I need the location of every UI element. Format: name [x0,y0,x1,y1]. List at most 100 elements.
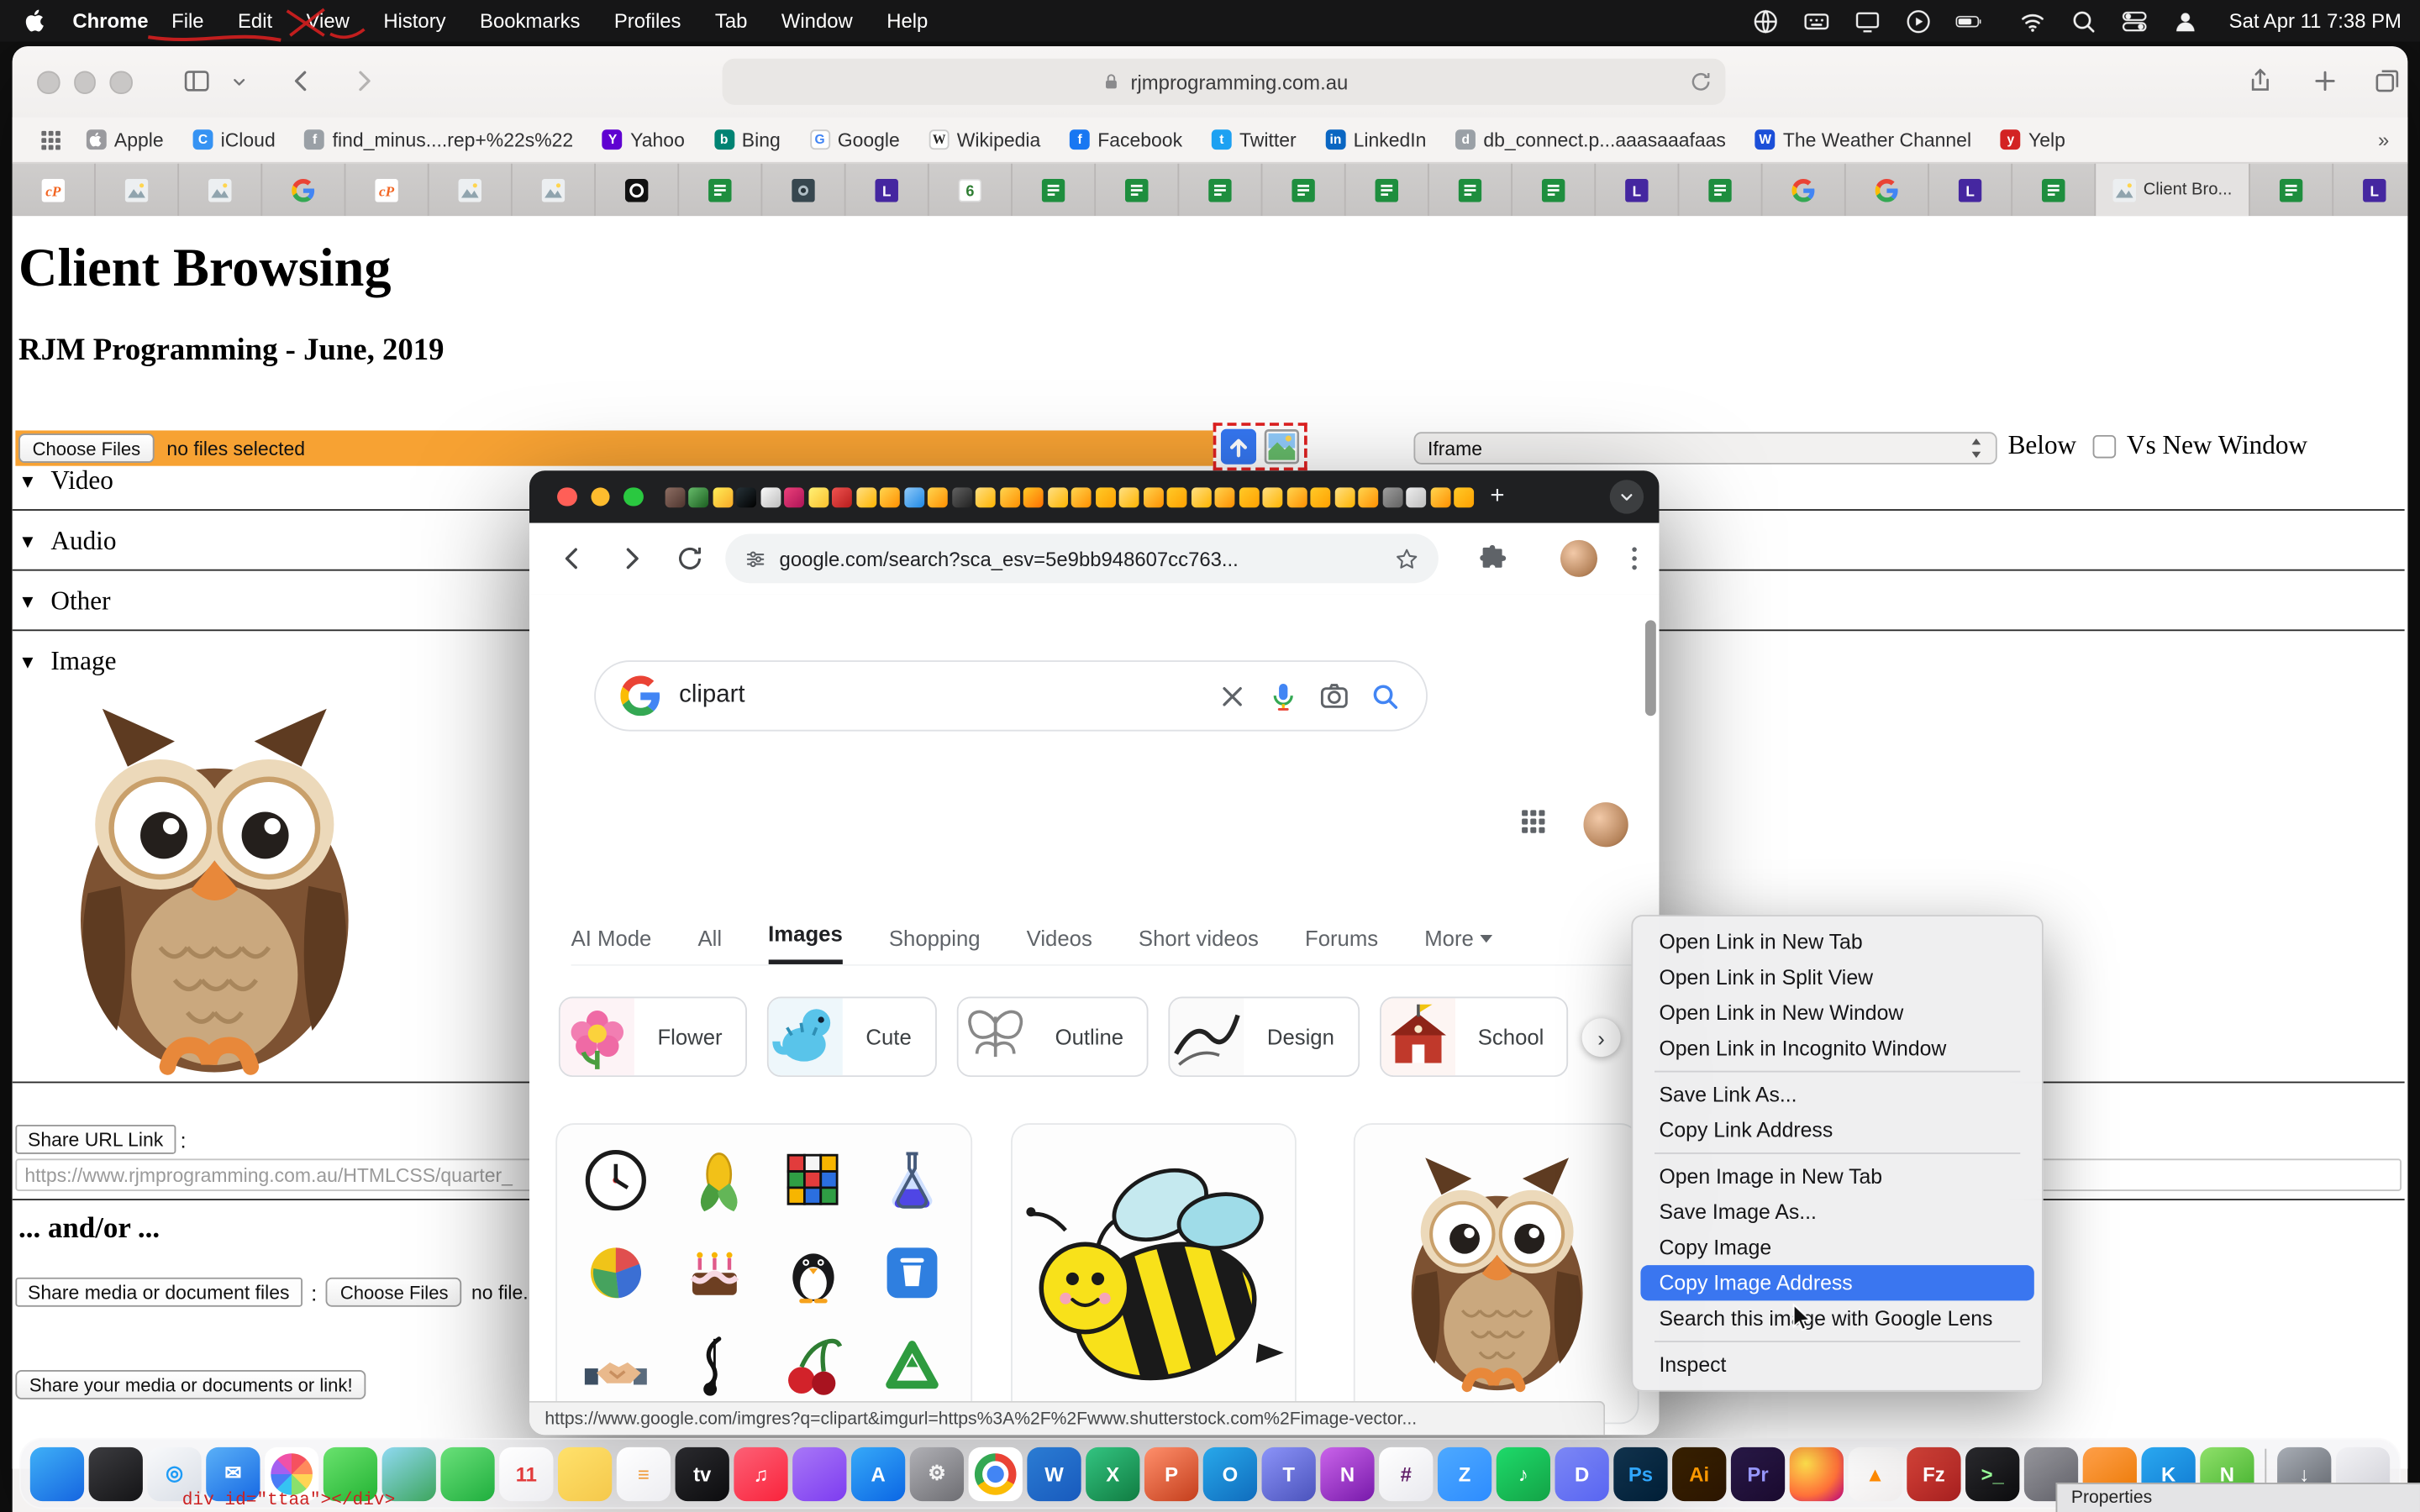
tab-overview-icon[interactable] [2372,66,2402,96]
dock-photoshop[interactable]: Ps [1613,1446,1667,1500]
filter-chip-design[interactable]: Design [1168,997,1359,1078]
filter-chip-cute[interactable]: Cute [767,997,936,1078]
chips-next-arrow[interactable]: › [1582,1018,1621,1057]
context-menu-item-open-link-in-new-tab[interactable]: Open Link in New Tab [1640,924,2033,959]
upload-icon[interactable] [1221,429,1256,465]
browser-tab[interactable]: L [1929,164,2012,216]
dock-launchpad[interactable] [89,1446,143,1500]
result-tile-bee[interactable] [1011,1123,1297,1424]
browser-tab[interactable] [262,164,345,216]
bookmark-find-minus-rep-22s-22[interactable]: ffind_minus....rep+%22s%22 [305,129,574,150]
dock-outlook[interactable]: O [1203,1446,1257,1500]
context-menu-item-open-image-in-new-tab[interactable]: Open Image in New Tab [1640,1158,2033,1194]
close-window-button[interactable] [37,71,60,93]
tab-favicon[interactable] [784,486,804,507]
google-tab-ai-mode[interactable]: AI Mode [571,926,652,964]
browser-tab[interactable] [1262,164,1345,216]
bookmark-google[interactable]: GGoogle [810,129,900,150]
tab-favicon[interactable] [1119,486,1139,507]
tab-favicon[interactable] [1143,486,1163,507]
tab-favicon[interactable] [736,486,756,507]
browser-tab[interactable] [1346,164,1429,216]
tab-favicon[interactable] [808,486,829,507]
context-menu-item-copy-image-address[interactable]: Copy Image Address [1640,1265,2033,1300]
dock-chrome[interactable] [969,1446,1023,1500]
browser-tab[interactable]: L [846,164,929,216]
search-query[interactable]: clipart [679,682,1197,710]
sidebar-toggle-icon[interactable] [182,66,212,96]
bookmark-twitter[interactable]: tTwitter [1212,129,1297,150]
choose-files-button-2[interactable]: Choose Files [326,1278,462,1307]
dock-firefox[interactable] [1790,1446,1844,1500]
browser-tab[interactable] [2250,164,2333,216]
bookmark-wikipedia[interactable]: WWikipedia [929,129,1041,150]
browser-tab[interactable]: cP [13,164,96,216]
tab-favicon[interactable] [1239,486,1259,507]
bookmark-apple[interactable]: Apple [87,129,164,150]
display-icon[interactable] [1854,7,1881,34]
dock-notes[interactable] [558,1446,612,1500]
tab-favicon[interactable] [976,486,996,507]
result-tile-collage[interactable] [555,1123,972,1424]
result-tile-owl[interactable] [1354,1123,1639,1424]
browser-tab[interactable] [1179,164,1262,216]
dock-tv[interactable]: tv [676,1446,729,1500]
menubar-clock[interactable]: Sat Apr 11 7:38 PM [2229,9,2402,33]
menubar-menu-window[interactable]: Window [765,9,870,33]
keyboard-icon[interactable] [1803,7,1831,34]
dock-filezilla[interactable]: Fz [1907,1446,1960,1500]
tab-favicon[interactable] [832,486,852,507]
browser-tab[interactable] [1096,164,1179,216]
browser-tab[interactable] [679,164,762,216]
search-icon[interactable] [2070,7,2097,34]
dock-illustrator[interactable]: Ai [1672,1446,1726,1500]
dock-premiere[interactable]: Pr [1731,1446,1785,1500]
menubar-menu-file[interactable]: File [155,9,221,33]
filter-chip-flower[interactable]: Flower [559,997,747,1078]
menubar-menu-history[interactable]: History [366,9,463,33]
battery-icon[interactable] [1956,7,1996,34]
bookmark-star-icon[interactable] [1394,545,1420,571]
browser-tab[interactable] [96,164,179,216]
tab-favicon[interactable] [903,486,923,507]
dock-discord[interactable]: D [1555,1446,1609,1500]
iframe-select[interactable]: Iframe [1413,432,1996,465]
zoom-window-button[interactable] [623,487,643,507]
voice-search-icon[interactable] [1267,680,1300,712]
browser-tab[interactable]: L [2333,164,2407,216]
google-tab-videos[interactable]: Videos [1027,926,1092,964]
control-center-icon[interactable] [2121,7,2149,34]
minimize-window-button[interactable] [73,71,96,93]
dock-appstore[interactable]: A [851,1446,905,1500]
context-menu-item-open-link-in-incognito-window[interactable]: Open Link in Incognito Window [1640,1031,2033,1066]
menubar-menu-tab[interactable]: Tab [698,9,765,33]
zoom-window-button[interactable] [109,71,132,93]
context-menu-item-save-image-as-[interactable]: Save Image As... [1640,1194,2033,1230]
tab-favicon[interactable] [1406,486,1426,507]
chevron-down-icon[interactable] [229,71,250,92]
google-tab-more[interactable]: More [1424,926,1492,964]
tab-favicon[interactable] [1095,486,1115,507]
google-profile-avatar[interactable] [1583,802,1628,847]
google-lens-icon[interactable] [1318,680,1351,712]
extensions-puzzle-icon[interactable] [1477,543,1508,575]
browser-tab[interactable] [179,164,262,216]
tab-favicon[interactable] [1286,486,1307,507]
context-menu-item-search-this-image-with-google-lens[interactable]: Search this image with Google Lens [1640,1300,2033,1336]
forward-button[interactable] [616,543,647,575]
browser-tab[interactable] [2012,164,2096,216]
back-button[interactable] [557,543,588,575]
bookmark-icloud[interactable]: CiCloud [193,129,276,150]
bookmarks-overflow-chevron[interactable]: » [2378,128,2389,151]
menubar-menu-view[interactable]: View [289,9,366,33]
dock-vlc[interactable]: ▲ [1848,1446,1902,1500]
tab-favicon[interactable] [1334,486,1355,507]
bookmarks-grid-icon[interactable] [40,129,62,150]
profile-avatar[interactable] [1560,540,1597,577]
dock-powerpoint[interactable]: P [1144,1446,1198,1500]
context-menu-item-copy-image[interactable]: Copy Image [1640,1230,2033,1265]
bookmark-linkedin[interactable]: inLinkedIn [1326,129,1427,150]
reload-button[interactable] [675,543,706,575]
owl-clipart-image[interactable] [31,695,398,1084]
site-settings-icon[interactable] [744,547,767,570]
